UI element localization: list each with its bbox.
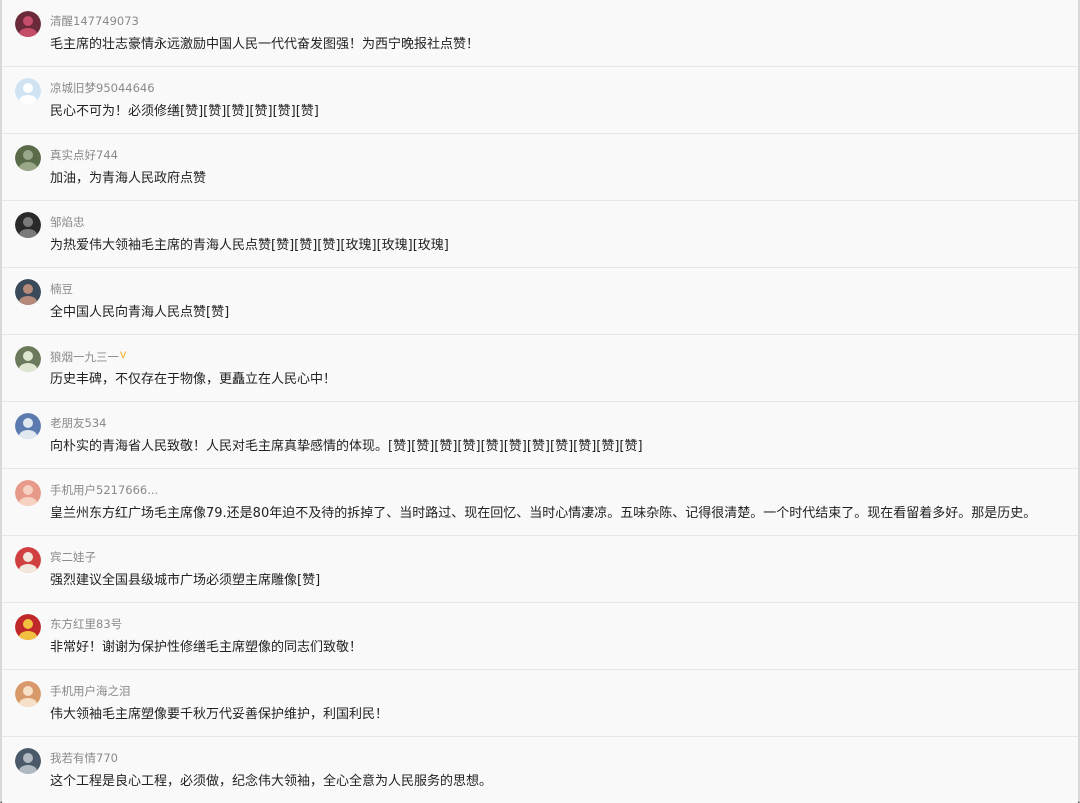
comment-item: 清醒147749073 毛主席的壮志豪情永远激励中国人民一代代奋发图强！为西宁晚… (2, 0, 1078, 67)
user-avatar[interactable] (15, 145, 41, 171)
username-link[interactable]: 我若有情770 (50, 751, 118, 765)
comment-item: 我若有情770 这个工程是良心工程，必须做，纪念伟大领袖，全心全意为人民服务的思… (2, 737, 1078, 803)
user-avatar[interactable] (15, 547, 41, 573)
user-avatar[interactable] (15, 212, 41, 238)
comment-text: 向朴实的青海省人民致敬！人民对毛主席真挚感情的体现。[赞][赞][赞][赞][赞… (50, 439, 643, 454)
comment-item: 手机用户5217666... 皇兰州东方红广场毛主席像79.还是80年迫不及待的… (2, 469, 1078, 536)
username-link[interactable]: 东方红里83号 (50, 617, 122, 631)
comment-list: 清醒147749073 毛主席的壮志豪情永远激励中国人民一代代奋发图强！为西宁晚… (2, 0, 1078, 803)
comment-item: 东方红里83号 非常好！谢谢为保护性修缮毛主席塑像的同志们致敬！ (2, 603, 1078, 670)
comment-item: 宾二娃子 强烈建议全国县级城市广场必须塑主席雕像[赞] (2, 536, 1078, 603)
comment-item: 老朋友534 向朴实的青海省人民致敬！人民对毛主席真挚感情的体现。[赞][赞][… (2, 402, 1078, 469)
comment-item: 狼烟一九三一V 历史丰碑，不仅存在于物像，更矗立在人民心中！ (2, 335, 1078, 402)
user-avatar[interactable] (15, 748, 41, 774)
username-link[interactable]: 狼烟一九三一 (50, 350, 119, 364)
comment-item: 邹焰忠 为热爱伟大领袖毛主席的青海人民点赞[赞][赞][赞][玫瑰][玫瑰][玫… (2, 201, 1078, 268)
comment-text: 加油，为青海人民政府点赞 (50, 171, 207, 186)
comment-text: 非常好！谢谢为保护性修缮毛主席塑像的同志们致敬！ (50, 640, 363, 655)
comment-item: 真实点好744 加油，为青海人民政府点赞 (2, 134, 1078, 201)
comment-text: 强烈建议全国县级城市广场必须塑主席雕像[赞] (50, 573, 321, 588)
user-avatar[interactable] (15, 681, 41, 707)
comment-text: 伟大领袖毛主席塑像要千秋万代妥善保护维护，利国利民！ (50, 707, 389, 722)
username-link[interactable]: 楠豆 (50, 282, 73, 296)
user-avatar[interactable] (15, 78, 41, 104)
comment-text: 历史丰碑，不仅存在于物像，更矗立在人民心中！ (50, 372, 337, 387)
username-link[interactable]: 凉城旧梦95044646 (50, 81, 155, 95)
comment-text: 毛主席的壮志豪情永远激励中国人民一代代奋发图强！为西宁晚报社点赞！ (50, 37, 480, 52)
comment-text: 民心不可为！必须修缮[赞][赞][赞][赞][赞][赞] (50, 104, 319, 119)
user-avatar[interactable] (15, 480, 41, 506)
comment-item: 手机用户海之泪 伟大领袖毛主席塑像要千秋万代妥善保护维护，利国利民！ (2, 670, 1078, 737)
comment-item: 凉城旧梦95044646 民心不可为！必须修缮[赞][赞][赞][赞][赞][赞… (2, 67, 1078, 134)
username-link[interactable]: 真实点好744 (50, 148, 118, 162)
username-link[interactable]: 手机用户海之泪 (50, 684, 131, 698)
comment-text: 这个工程是良心工程，必须做，纪念伟大领袖，全心全意为人民服务的思想。 (50, 774, 493, 789)
user-avatar[interactable] (15, 11, 41, 37)
user-avatar[interactable] (15, 614, 41, 640)
username-link[interactable]: 手机用户5217666... (50, 483, 158, 497)
username-link[interactable]: 老朋友534 (50, 416, 106, 430)
username-link[interactable]: 宾二娃子 (50, 550, 96, 564)
user-avatar[interactable] (15, 413, 41, 439)
comment-item: 楠豆 全中国人民向青海人民点赞[赞] (2, 268, 1078, 335)
user-avatar[interactable] (15, 346, 41, 372)
vip-badge-icon: V (120, 351, 127, 361)
user-avatar[interactable] (15, 279, 41, 305)
comment-text: 皇兰州东方红广场毛主席像79.还是80年迫不及待的拆掉了、当时路过、现在回忆、当… (50, 506, 1037, 521)
username-link[interactable]: 清醒147749073 (50, 14, 139, 28)
comment-text: 全中国人民向青海人民点赞[赞] (50, 305, 230, 320)
comment-text: 为热爱伟大领袖毛主席的青海人民点赞[赞][赞][赞][玫瑰][玫瑰][玫瑰] (50, 238, 449, 253)
username-link[interactable]: 邹焰忠 (50, 215, 85, 229)
